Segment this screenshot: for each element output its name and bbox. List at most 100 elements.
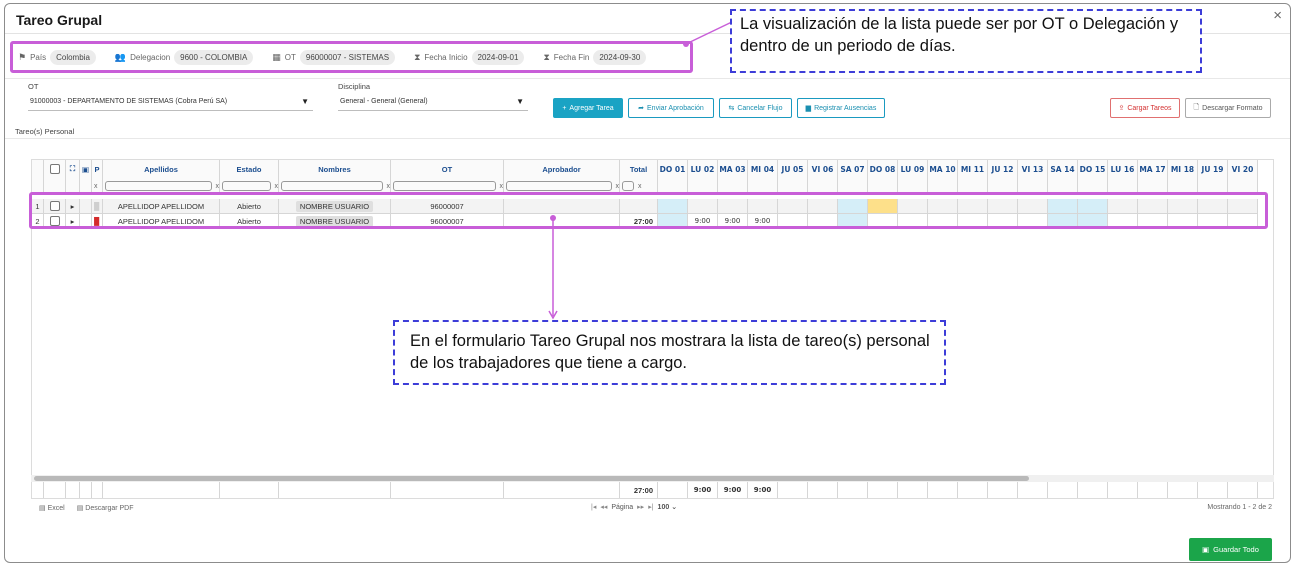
- clear-filter-icon[interactable]: x: [616, 183, 620, 190]
- day-cell[interactable]: [1018, 214, 1048, 228]
- close-icon[interactable]: ×: [1273, 7, 1282, 24]
- clear-filter-icon[interactable]: x: [216, 183, 220, 190]
- filter-input-total[interactable]: [622, 181, 634, 191]
- filter-input-apellidos[interactable]: [105, 181, 212, 191]
- table-row[interactable]: 1 ▸ ▉ APELLIDOP APELLIDOM Abierto NOMBRE USUA…: [32, 199, 1258, 214]
- day-cell[interactable]: [718, 199, 748, 213]
- day-cell[interactable]: [688, 199, 718, 213]
- expand-row-icon[interactable]: ▸: [66, 199, 80, 213]
- filter-input-nombres[interactable]: [281, 181, 383, 191]
- day-cell[interactable]: [1138, 214, 1168, 228]
- day-cell[interactable]: [868, 214, 898, 228]
- filter-cell: x: [92, 178, 103, 194]
- last-page-icon[interactable]: ▸|: [648, 503, 653, 511]
- fecha-inicio-label: Fecha Inicio: [424, 52, 468, 62]
- ot-select[interactable]: 91000003 - DEPARTAMENTO DE SISTEMAS (Cob…: [28, 93, 313, 111]
- day-cell[interactable]: [1168, 214, 1198, 228]
- clear-filter-icon[interactable]: x: [638, 183, 642, 190]
- day-cell[interactable]: [1228, 199, 1258, 213]
- day-cell[interactable]: [1228, 214, 1258, 228]
- grid-pager: ▤ Excel ▤ Descargar PDF |◂ ◂◂ Página ▸▸ …: [31, 501, 1274, 515]
- prev-page-icon[interactable]: ◂◂: [600, 503, 607, 511]
- day-cell[interactable]: [1018, 199, 1048, 213]
- header-cell-apellidos: Apellidos: [103, 160, 220, 178]
- footer-day-cell: [898, 482, 928, 498]
- filter-input-aprobador[interactable]: [506, 181, 612, 191]
- row-checkbox[interactable]: [49, 216, 60, 226]
- next-page-icon[interactable]: ▸▸: [637, 503, 644, 511]
- day-cell[interactable]: [958, 214, 988, 228]
- descargar-formato-button[interactable]: 🗋 Descargar Formato: [1185, 98, 1271, 118]
- filter-day-cell: [718, 178, 748, 194]
- day-cell[interactable]: [658, 214, 688, 228]
- cell-ot: 96000007: [391, 199, 504, 213]
- clear-filter-icon[interactable]: x: [500, 183, 504, 190]
- clear-filter-icon[interactable]: x: [275, 183, 279, 190]
- filter-input-ot[interactable]: [393, 181, 496, 191]
- day-cell[interactable]: [868, 199, 898, 213]
- row-checkbox[interactable]: [49, 201, 60, 211]
- agregar-tarea-button[interactable]: + Agregar Tarea: [553, 98, 623, 118]
- day-cell[interactable]: 9:00: [688, 214, 718, 228]
- day-cell[interactable]: 9:00: [748, 214, 778, 228]
- enviar-aprobacion-button[interactable]: ➦ Enviar Aprobación: [628, 98, 714, 118]
- day-cell[interactable]: [658, 199, 688, 213]
- footer-cell-nombres: [279, 482, 391, 498]
- flag-icon: ⚑: [18, 51, 27, 62]
- day-cell[interactable]: [988, 199, 1018, 213]
- day-cell[interactable]: [928, 199, 958, 213]
- cell-save: [80, 199, 92, 213]
- cell-chk[interactable]: [44, 214, 66, 228]
- day-cell[interactable]: [838, 214, 868, 228]
- horizontal-scrollbar[interactable]: [31, 475, 1274, 482]
- cancelar-flujo-button[interactable]: ⇆ Cancelar Flujo: [719, 98, 792, 118]
- select-all-checkbox[interactable]: [49, 164, 60, 174]
- filter-day-cell: [1198, 178, 1228, 194]
- day-cell[interactable]: [778, 214, 808, 228]
- day-cell[interactable]: [1108, 199, 1138, 213]
- table-row[interactable]: 2 ▸ ▉ APELLIDOP APELLIDOM Abierto NOMBRE USUA…: [32, 214, 1258, 229]
- first-page-icon[interactable]: |◂: [591, 503, 596, 511]
- footer-day-cell: [838, 482, 868, 498]
- day-cell[interactable]: [928, 214, 958, 228]
- day-cell[interactable]: [1108, 214, 1138, 228]
- day-cell[interactable]: [958, 199, 988, 213]
- pdf-export[interactable]: ▤ Descargar PDF: [77, 504, 134, 512]
- day-cell[interactable]: [1168, 199, 1198, 213]
- header-cell-aprobador: Aprobador: [504, 160, 620, 178]
- day-cell[interactable]: [1198, 214, 1228, 228]
- clear-filter-icon[interactable]: x: [387, 183, 391, 190]
- filter-cell: x: [391, 178, 504, 194]
- filter-input-estado[interactable]: [222, 181, 271, 191]
- filter-day-cell: [988, 178, 1018, 194]
- share-icon: ➦: [638, 105, 645, 112]
- day-cell[interactable]: [808, 199, 838, 213]
- hourglass-icon: ⧗: [414, 51, 421, 62]
- scrollbar-thumb[interactable]: [34, 476, 1029, 481]
- day-cell[interactable]: [1078, 199, 1108, 213]
- day-cell[interactable]: [898, 199, 928, 213]
- day-cell[interactable]: 9:00: [718, 214, 748, 228]
- day-cell[interactable]: [988, 214, 1018, 228]
- day-cell[interactable]: [838, 199, 868, 213]
- day-cell[interactable]: [778, 199, 808, 213]
- cell-chk[interactable]: [44, 199, 66, 213]
- excel-export[interactable]: ▤ Excel: [39, 504, 65, 512]
- disciplina-select[interactable]: General - General (General) ▼: [338, 93, 528, 111]
- expand-row-icon[interactable]: ▸: [66, 214, 80, 228]
- cargar-tareos-button[interactable]: ⇪ Cargar Tareos: [1110, 98, 1180, 118]
- day-cell[interactable]: [748, 199, 778, 213]
- day-cell[interactable]: [898, 214, 928, 228]
- day-cell[interactable]: [1048, 214, 1078, 228]
- clear-filter-icon[interactable]: x: [94, 183, 98, 190]
- page-size-select[interactable]: 100 ⌄: [658, 503, 678, 511]
- day-cell[interactable]: [1198, 199, 1228, 213]
- building-icon: ▦: [272, 51, 281, 62]
- day-cell[interactable]: [1138, 199, 1168, 213]
- day-cell[interactable]: [808, 214, 838, 228]
- day-cell[interactable]: [1078, 214, 1108, 228]
- day-cell[interactable]: [1048, 199, 1078, 213]
- registrar-ausencias-button[interactable]: ▆ Registrar Ausencias: [797, 98, 885, 118]
- footer-day-cell: [658, 482, 688, 498]
- guardar-todo-button[interactable]: ▣ Guardar Todo: [1189, 538, 1272, 561]
